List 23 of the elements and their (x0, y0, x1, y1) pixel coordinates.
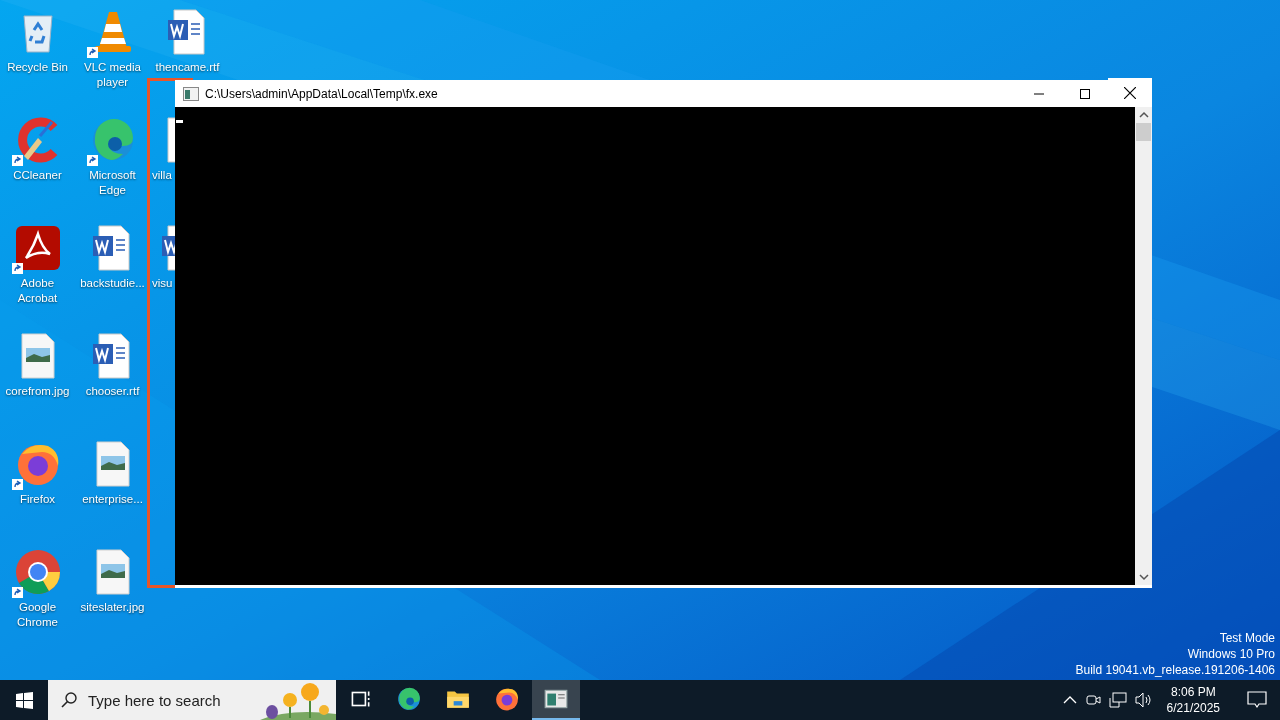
desktop-icon-label[interactable]: Recycle Bin (0, 60, 75, 75)
desktop-icon-label[interactable]: VLC media player (75, 60, 150, 90)
desktop-icon-label[interactable]: siteslater.jpg (75, 600, 150, 615)
desktop-icon-label[interactable]: Google Chrome (0, 600, 75, 630)
desktop-icon-label[interactable]: chooser.rtf (75, 384, 150, 399)
desktop-icon-label[interactable]: villa (152, 168, 172, 183)
desktop-icon-label[interactable]: corefrom.jpg (0, 384, 75, 399)
system-info-text: Test Mode (1219, 630, 1275, 646)
desktop-icon-label[interactable]: Microsoft Edge (75, 168, 150, 198)
desktop-icon-label[interactable]: enterprise... (75, 492, 150, 507)
desktop-icon-label[interactable]: visu (152, 276, 173, 291)
desktop-icon-label[interactable]: CCleaner (0, 168, 75, 183)
window-title: C:\Users\admin\AppData\Local\Temp\fx.exe (205, 86, 438, 101)
desktop-icon-label[interactable]: Firefox (0, 492, 75, 507)
date-text: 6/21/2025 (1166, 700, 1220, 716)
clock[interactable]: 8:06 PM 6/21/2025 (1160, 684, 1226, 716)
desktop-icon-label[interactable]: backstudie... (75, 276, 150, 291)
time-text: 8:06 PM (1170, 684, 1216, 700)
desktop-icon-label[interactable]: Adobe Acrobat (0, 276, 75, 306)
search-box[interactable]: Type here to search (48, 680, 336, 720)
desktop-icon-label[interactable]: thencame.rtf (150, 60, 225, 75)
system-info-text: Build 19041.vb_release.191206-1406 (1075, 662, 1275, 678)
system-info-text: Windows 10 Pro (1187, 646, 1275, 662)
